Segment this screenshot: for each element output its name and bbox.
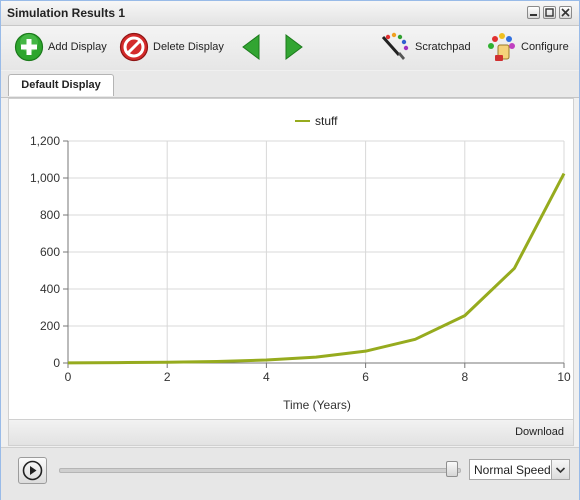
paint-brush-icon — [381, 32, 409, 60]
previous-display-button[interactable] — [240, 32, 262, 62]
x-tick-label: 0 — [65, 370, 72, 384]
y-tick-label: 800 — [40, 208, 60, 222]
delete-display-button[interactable]: Delete Display — [119, 32, 224, 62]
configure-label: Configure — [521, 41, 569, 53]
minimize-button[interactable] — [527, 6, 540, 19]
close-icon — [561, 8, 570, 17]
y-tick-label: 600 — [40, 245, 60, 259]
line-chart: 0 200 400 600 800 1,000 1,200 0 2 4 6 8 10 stuff Tim… — [30, 114, 571, 412]
y-tick-label: 1,000 — [30, 171, 60, 185]
play-icon — [22, 460, 43, 481]
tab-default-display[interactable]: Default Display — [8, 74, 114, 96]
chart-axes — [63, 140, 565, 368]
minimize-icon — [530, 14, 537, 16]
play-button[interactable] — [18, 457, 47, 484]
x-tick-label: 4 — [263, 370, 270, 384]
download-bar: Download — [8, 420, 574, 446]
chart-tick-labels: 0 200 400 600 800 1,000 1,200 0 2 4 6 8 10 — [30, 134, 571, 384]
chart-grid — [67, 140, 565, 364]
chevron-down-icon — [555, 467, 566, 474]
toolbar: Add Display Delete Display Scratchpad Co… — [1, 26, 579, 70]
palette-icon — [488, 33, 515, 61]
series-line-stuff — [67, 172, 566, 365]
y-tick-label: 400 — [40, 282, 60, 296]
next-display-button[interactable] — [283, 32, 305, 62]
playback-slider-track[interactable] — [59, 468, 461, 473]
chart-legend[interactable]: stuff — [295, 114, 338, 128]
plus-circle-icon — [14, 32, 44, 62]
chart-series-lines — [67, 172, 566, 365]
title-bar[interactable]: Simulation Results 1 — [1, 1, 579, 26]
y-tick-label: 0 — [53, 356, 60, 370]
maximize-button[interactable] — [543, 6, 556, 19]
playback-slider-thumb[interactable] — [446, 461, 458, 477]
speed-select-value: Normal Speed — [474, 463, 551, 477]
x-tick-label: 8 — [461, 370, 468, 384]
maximize-icon — [545, 8, 554, 17]
scratchpad-label: Scratchpad — [415, 41, 471, 53]
display-tab-strip: Default Display — [1, 71, 579, 98]
scratchpad-button[interactable]: Scratchpad — [379, 32, 471, 62]
y-tick-label: 200 — [40, 319, 60, 333]
x-tick-label: 2 — [164, 370, 171, 384]
download-link[interactable]: Download — [515, 426, 564, 438]
y-tick-label: 1,200 — [30, 134, 60, 148]
add-display-label: Add Display — [48, 41, 107, 53]
delete-display-label: Delete Display — [153, 41, 224, 53]
configure-button[interactable]: Configure — [485, 32, 569, 62]
arrow-left-icon — [242, 34, 260, 60]
speed-dropdown-button[interactable] — [551, 460, 569, 479]
x-axis-title: Time (Years) — [283, 398, 351, 412]
chart-panel: 0 200 400 600 800 1,000 1,200 0 2 4 6 8 10 stuff Tim… — [8, 98, 574, 420]
no-entry-icon — [119, 32, 149, 62]
add-display-button[interactable]: Add Display — [14, 32, 107, 62]
playback-controls: Normal Speed — [1, 447, 579, 500]
arrow-right-icon — [285, 34, 303, 60]
speed-select[interactable]: Normal Speed — [469, 459, 570, 480]
window-title: Simulation Results 1 — [7, 6, 126, 20]
legend-label-stuff: stuff — [315, 114, 338, 128]
x-tick-label: 10 — [557, 370, 571, 384]
simulation-results-window: Simulation Results 1 Add Display Delete … — [0, 0, 580, 500]
close-button[interactable] — [559, 6, 572, 19]
x-tick-label: 6 — [362, 370, 369, 384]
